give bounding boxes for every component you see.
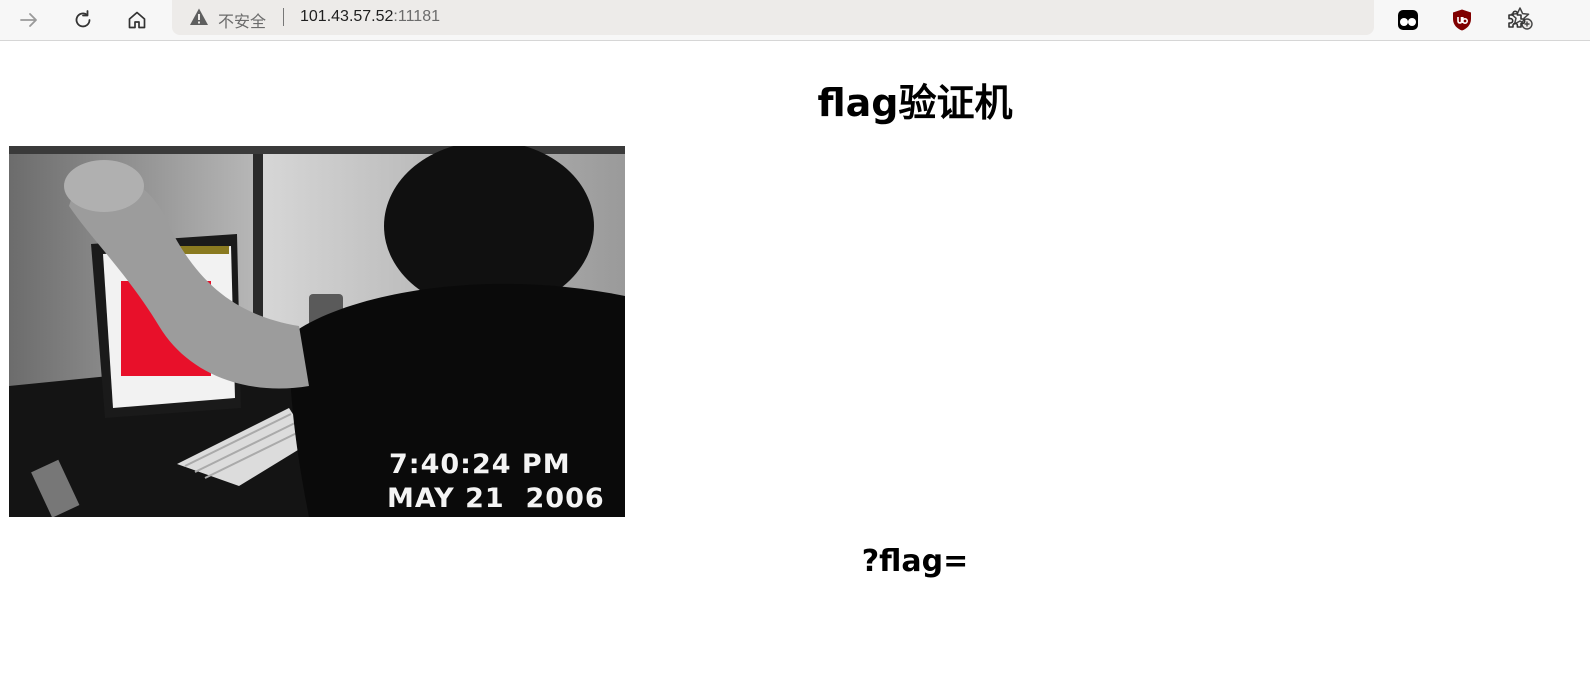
url-port: :11181 xyxy=(393,8,440,25)
forward-button[interactable] xyxy=(12,3,46,37)
home-icon xyxy=(128,11,146,29)
security-status-label[interactable]: 不安全 xyxy=(218,8,266,32)
address-separator xyxy=(283,8,284,26)
tampermonkey-extension-button[interactable] xyxy=(1394,6,1422,34)
url-host: 101.43.57.52 xyxy=(300,8,394,25)
tampermonkey-icon xyxy=(1398,10,1418,30)
video-timestamp-time: 7:40:24 PM xyxy=(389,449,571,480)
address-bar[interactable]: 不安全 101.43.57.52:11181 xyxy=(172,0,1533,35)
home-button[interactable] xyxy=(120,3,154,37)
animated-gif-image: 7:40:24 PM MAY 21 2006 xyxy=(9,146,625,517)
warning-triangle-icon xyxy=(190,8,208,25)
forward-icon xyxy=(20,13,37,27)
url-text[interactable]: 101.43.57.52:11181 xyxy=(300,8,440,26)
browser-toolbar: 不安全 101.43.57.52:11181 xyxy=(0,0,1590,41)
reload-button[interactable] xyxy=(66,3,100,37)
flag-query-hint: ?flag= xyxy=(861,544,969,579)
video-timestamp-date: MAY 21 2006 xyxy=(387,483,605,514)
ublock-icon xyxy=(1453,9,1471,31)
extensions-puzzle-icon xyxy=(1508,10,1526,28)
reload-icon xyxy=(75,10,91,28)
ublock-extension-button[interactable] xyxy=(1448,6,1476,34)
extensions-button[interactable] xyxy=(1502,6,1530,34)
page-title: flag验证机 xyxy=(817,81,1013,125)
